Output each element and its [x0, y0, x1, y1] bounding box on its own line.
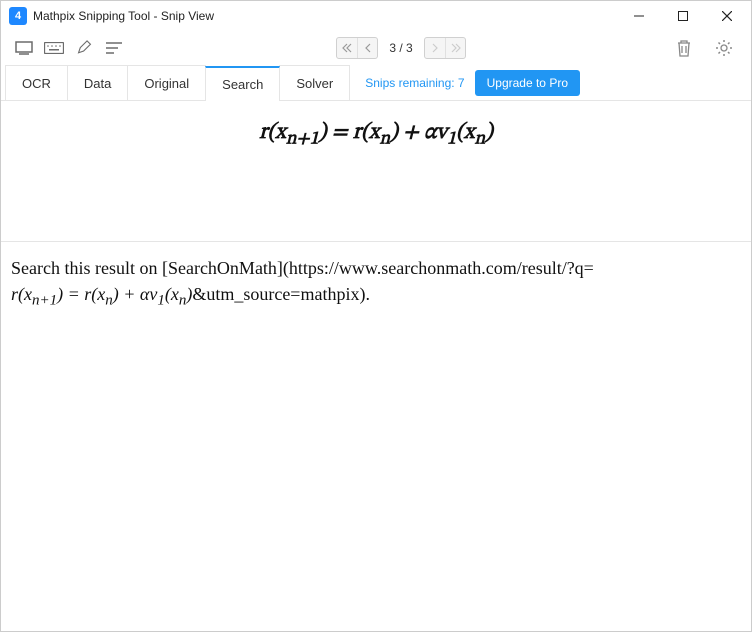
lines-icon[interactable]: [101, 35, 127, 61]
settings-gear-icon[interactable]: [711, 35, 737, 61]
edit-icon[interactable]: [71, 35, 97, 61]
window-title: Mathpix Snipping Tool - Snip View: [33, 9, 617, 23]
search-equation-inline: r(xn+1) = r(xn) + αv1(xn): [11, 284, 192, 304]
snips-area: Snips remaining: 7 Upgrade to Pro: [365, 65, 580, 100]
screen-snip-icon[interactable]: [11, 35, 37, 61]
toolbar: 3 / 3: [1, 31, 751, 65]
search-text-suffix: &utm_source=mathpix).: [192, 284, 370, 304]
tabs-bar: OCR Data Original Search Solver Snips re…: [1, 65, 751, 101]
pager: 3 / 3: [336, 37, 466, 59]
snips-remaining-link[interactable]: Snips remaining: 7: [365, 76, 464, 90]
tab-solver[interactable]: Solver: [279, 65, 350, 100]
pager-last-button[interactable]: [445, 38, 465, 58]
tab-ocr[interactable]: OCR: [5, 65, 68, 100]
pager-prev-button[interactable]: [357, 38, 377, 58]
pager-next-group: [424, 37, 466, 59]
search-text-prefix: Search this result on [SearchOnMath](htt…: [11, 258, 594, 278]
search-result-panel: Search this result on [SearchOnMath](htt…: [1, 242, 751, 325]
maximize-button[interactable]: [661, 1, 705, 31]
equation-display: r(xn+1) = r(xn) + αv1(xn): [11, 119, 741, 151]
tab-data[interactable]: Data: [67, 65, 128, 100]
equation-panel: r(xn+1) = r(xn) + αv1(xn): [1, 101, 751, 242]
titlebar: 4 Mathpix Snipping Tool - Snip View: [1, 1, 751, 31]
minimize-button[interactable]: [617, 1, 661, 31]
upgrade-button[interactable]: Upgrade to Pro: [475, 70, 580, 96]
tab-search[interactable]: Search: [205, 66, 280, 101]
close-button[interactable]: [705, 1, 749, 31]
pager-prev-group: [336, 37, 378, 59]
keyboard-icon[interactable]: [41, 35, 67, 61]
page-counter: 3 / 3: [386, 41, 416, 55]
tab-original[interactable]: Original: [127, 65, 206, 100]
pager-first-button[interactable]: [337, 38, 357, 58]
pager-next-button[interactable]: [425, 38, 445, 58]
trash-icon[interactable]: [671, 35, 697, 61]
app-logo-icon: 4: [9, 7, 27, 25]
